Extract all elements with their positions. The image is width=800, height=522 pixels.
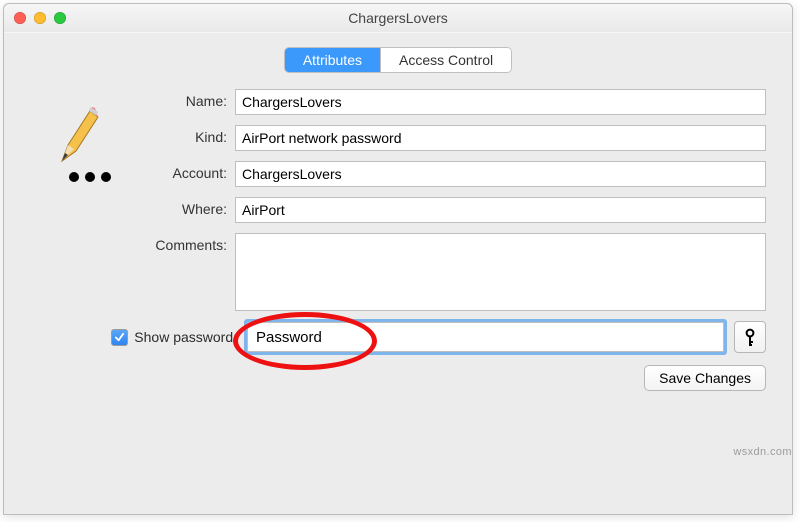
minimize-icon[interactable]: [34, 12, 46, 24]
password-field[interactable]: [247, 322, 724, 352]
account-label: Account:: [132, 161, 227, 181]
password-assistant-button[interactable]: [734, 321, 766, 353]
pencil-icon: [54, 105, 100, 170]
tab-bar: Attributes Access Control: [4, 33, 792, 89]
name-label: Name:: [132, 89, 227, 109]
zoom-icon[interactable]: [54, 12, 66, 24]
keychain-item-window: ChargersLovers Attributes Access Control: [3, 3, 793, 515]
kind-label: Kind:: [132, 125, 227, 145]
checkmark-icon: [114, 332, 125, 343]
show-password-checkbox[interactable]: [111, 329, 128, 346]
tab-attributes[interactable]: Attributes: [285, 48, 380, 72]
name-field[interactable]: [235, 89, 766, 115]
attributes-form: Name: Kind: Account: Where: Comments:: [132, 89, 766, 311]
save-changes-button[interactable]: Save Changes: [644, 365, 766, 391]
titlebar: ChargersLovers: [4, 4, 792, 33]
ellipsis-icon: [69, 172, 111, 182]
show-password-label: Show password:: [134, 329, 237, 345]
kind-field[interactable]: [235, 125, 766, 151]
comments-label: Comments:: [132, 233, 227, 253]
key-icon: [743, 328, 757, 346]
close-icon[interactable]: [14, 12, 26, 24]
where-field[interactable]: [235, 197, 766, 223]
watermark: wsxdn.com: [733, 446, 792, 458]
account-field[interactable]: [235, 161, 766, 187]
window-title: ChargersLovers: [348, 10, 448, 26]
where-label: Where:: [132, 197, 227, 217]
traffic-lights: [14, 12, 66, 24]
tab-access-control[interactable]: Access Control: [380, 48, 511, 72]
item-glyph-area: [22, 89, 132, 311]
comments-field[interactable]: [235, 233, 766, 311]
